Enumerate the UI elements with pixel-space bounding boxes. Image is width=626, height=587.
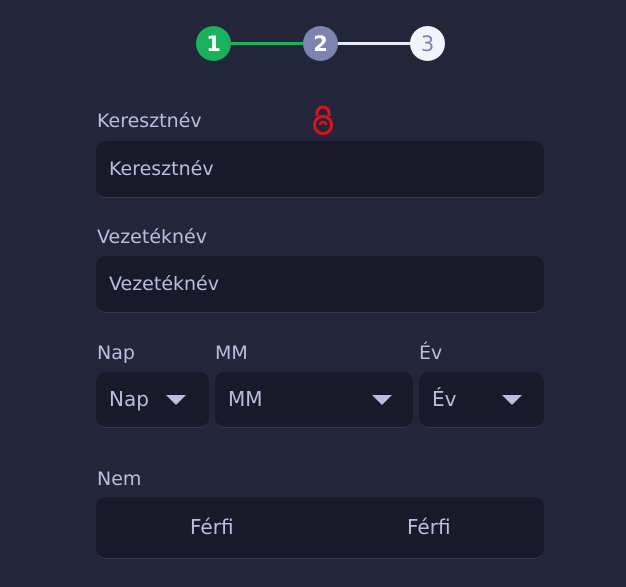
lock-icon[interactable]: [311, 104, 335, 136]
day-select-value: Nap: [109, 387, 149, 411]
gender-label: Nem: [97, 468, 142, 490]
gender-option-male[interactable]: Férfi: [190, 515, 234, 539]
first-name-placeholder: Keresztnév: [109, 158, 214, 180]
day-select[interactable]: Nap: [96, 372, 209, 428]
day-label: Nap: [97, 342, 135, 364]
step-2[interactable]: 2: [303, 26, 338, 61]
step-connector-upcoming: [337, 42, 411, 45]
last-name-label: Vezetéknév: [97, 226, 207, 248]
chevron-down-icon: [166, 395, 186, 405]
chevron-down-icon: [372, 395, 392, 405]
step-3[interactable]: 3: [410, 26, 445, 61]
first-name-label: Keresztnév: [97, 110, 202, 132]
last-name-placeholder: Vezetéknév: [109, 273, 219, 295]
month-select[interactable]: MM: [215, 372, 413, 428]
year-select[interactable]: Év: [419, 372, 544, 428]
step-connector-completed: [230, 42, 304, 45]
month-select-value: MM: [228, 387, 263, 411]
progress-stepper: 1 2 3: [196, 26, 446, 62]
gender-toggle[interactable]: Férfi Férfi: [96, 497, 544, 559]
year-select-value: Év: [432, 387, 457, 411]
first-name-field[interactable]: Keresztnév: [96, 141, 544, 198]
gender-option-male-2[interactable]: Férfi: [407, 515, 451, 539]
year-label: Év: [419, 342, 443, 364]
chevron-down-icon: [502, 395, 522, 405]
last-name-field[interactable]: Vezetéknév: [96, 256, 544, 313]
step-1[interactable]: 1: [196, 26, 231, 61]
month-label: MM: [215, 342, 248, 364]
